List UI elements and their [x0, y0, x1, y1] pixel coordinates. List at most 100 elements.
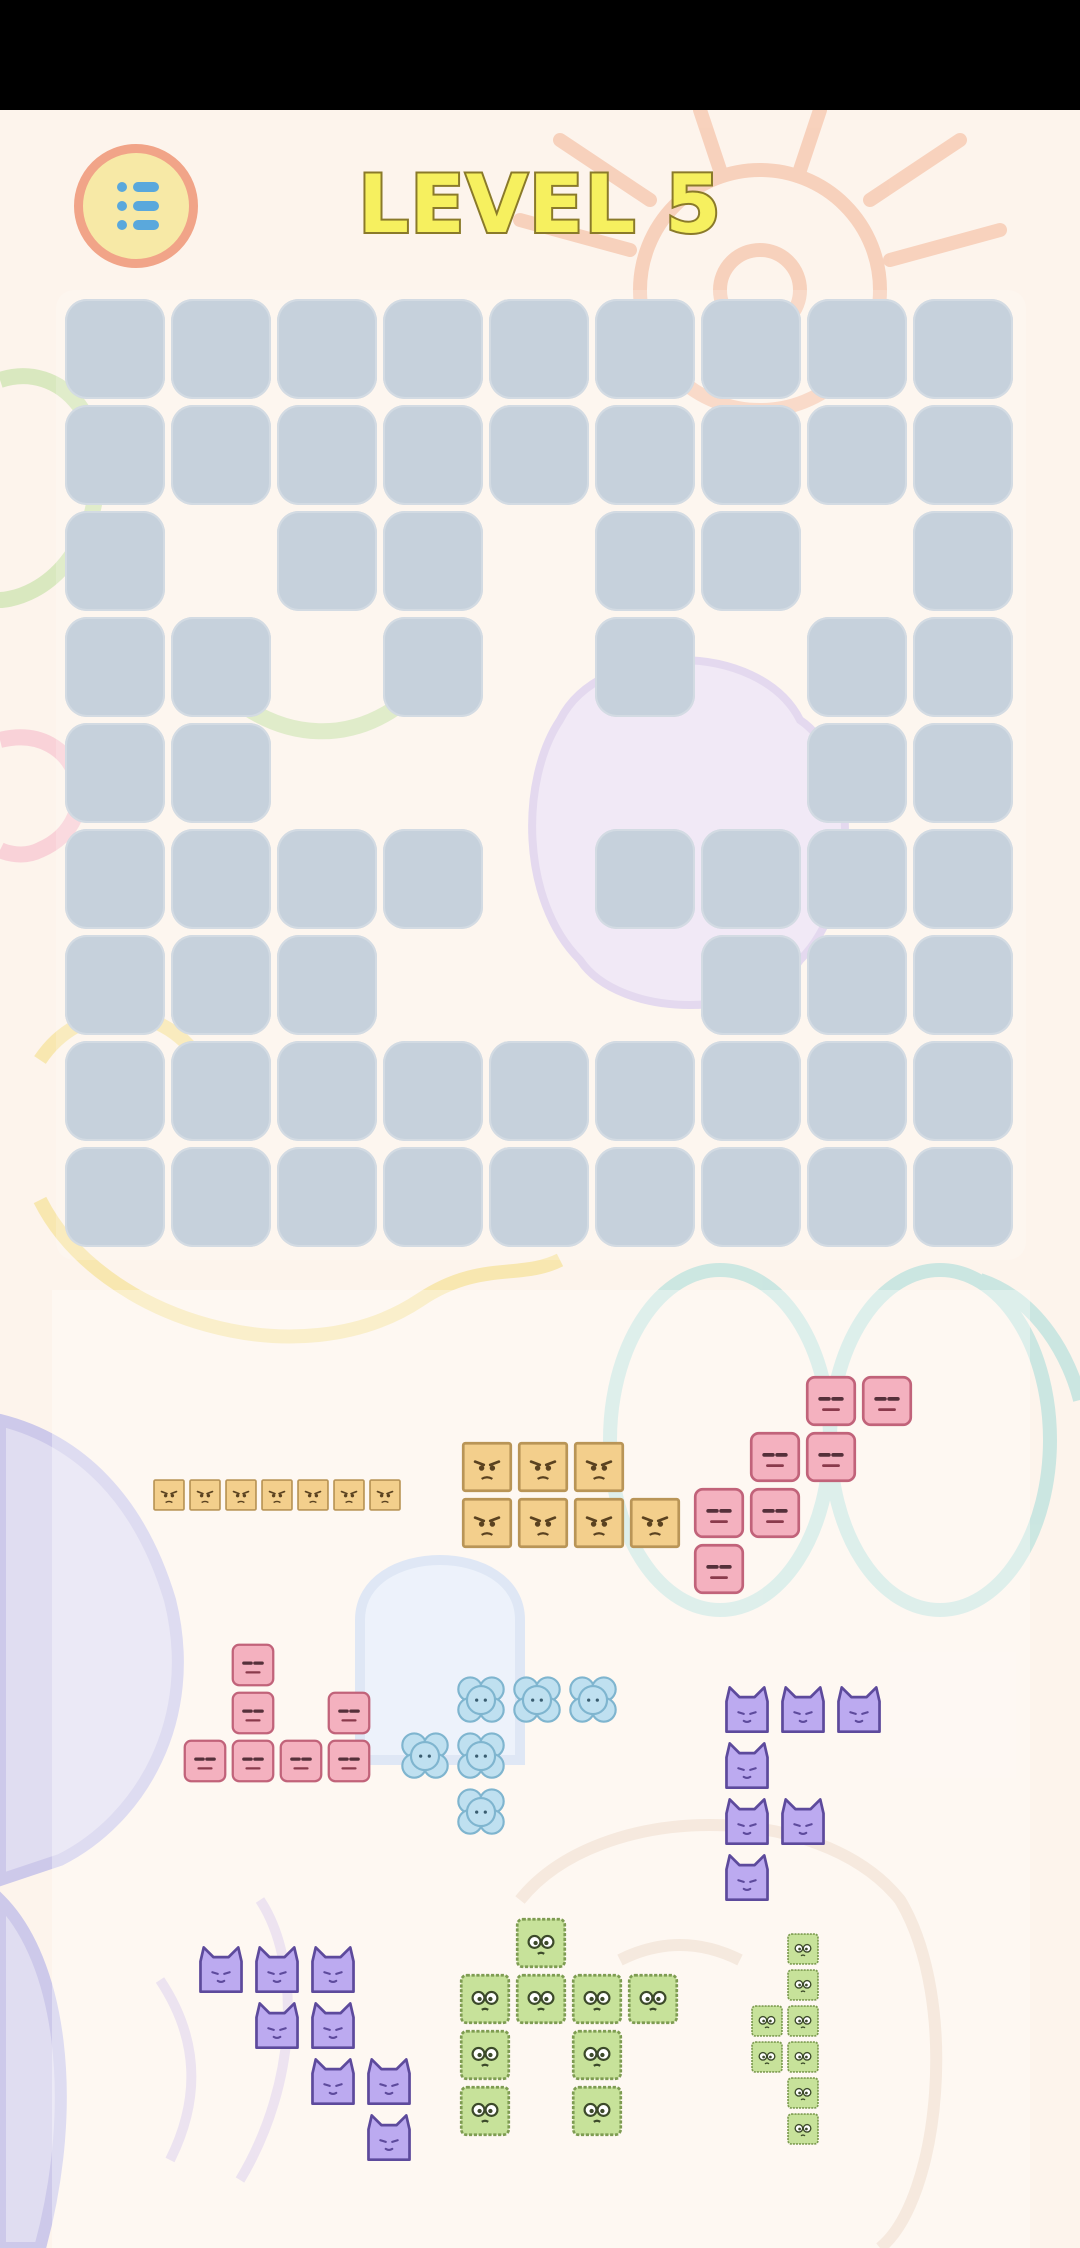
board-cell[interactable] — [807, 935, 907, 1035]
board-cell[interactable] — [595, 1147, 695, 1247]
purple-monster-tile — [362, 2054, 416, 2108]
board-cell[interactable] — [171, 1041, 271, 1141]
pink-monster-tile — [748, 1430, 802, 1484]
board-cell[interactable] — [171, 299, 271, 399]
pink-monster-tile — [748, 1486, 802, 1540]
board-cell[interactable] — [65, 299, 165, 399]
green-monster-tile — [514, 1916, 568, 1970]
board-cell[interactable] — [277, 1147, 377, 1247]
green-monster-icon — [459, 1973, 511, 2025]
board-cell[interactable] — [701, 1041, 801, 1141]
board-cell[interactable] — [65, 935, 165, 1035]
board-cell[interactable] — [65, 405, 165, 505]
orange-monster-icon — [225, 1479, 257, 1511]
board-cell[interactable] — [595, 617, 695, 717]
green-monster-icon — [459, 2029, 511, 2081]
purple-monster-tile — [720, 1682, 774, 1736]
board-cell[interactable] — [171, 935, 271, 1035]
board-cell[interactable] — [807, 405, 907, 505]
board-cell[interactable] — [65, 617, 165, 717]
board-cell[interactable] — [383, 617, 483, 717]
board-cell[interactable] — [701, 1147, 801, 1247]
status-bar — [0, 0, 1080, 110]
purple-monster-tile — [720, 1850, 774, 1904]
board-cell[interactable] — [383, 511, 483, 611]
board-cell[interactable] — [489, 299, 589, 399]
board-cell[interactable] — [171, 617, 271, 717]
board-cell[interactable] — [701, 829, 801, 929]
purple-monster-tile — [194, 1942, 248, 1996]
orange-monster-icon — [517, 1497, 569, 1549]
board-cell[interactable] — [595, 511, 695, 611]
menu-button[interactable] — [74, 144, 198, 268]
board-cell[interactable] — [701, 405, 801, 505]
purple-monster-tile — [250, 1942, 304, 1996]
board-cell[interactable] — [65, 511, 165, 611]
piece-tray — [52, 1290, 1030, 2248]
board-cell[interactable] — [595, 829, 695, 929]
board-cell[interactable] — [383, 829, 483, 929]
board-cell[interactable] — [65, 829, 165, 929]
green-monster-icon — [571, 1973, 623, 2025]
board-cell[interactable] — [913, 1041, 1013, 1141]
board-cell[interactable] — [489, 405, 589, 505]
board-cell[interactable] — [277, 511, 377, 611]
board-cell[interactable] — [701, 299, 801, 399]
blue-monster-tile — [566, 1672, 620, 1726]
board-cell[interactable] — [913, 723, 1013, 823]
board-cell[interactable] — [383, 1147, 483, 1247]
board-cell[interactable] — [807, 829, 907, 929]
board-cell[interactable] — [913, 405, 1013, 505]
board-cell[interactable] — [171, 405, 271, 505]
board-cell[interactable] — [171, 1147, 271, 1247]
board-cell[interactable] — [913, 829, 1013, 929]
board-cell[interactable] — [277, 405, 377, 505]
board-cell[interactable] — [277, 829, 377, 929]
board-cell[interactable] — [807, 617, 907, 717]
board-cell[interactable] — [383, 405, 483, 505]
board-cell[interactable] — [913, 511, 1013, 611]
green-monster-icon — [459, 2085, 511, 2137]
board-cell[interactable] — [65, 1041, 165, 1141]
board-cell[interactable] — [277, 299, 377, 399]
board-cell[interactable] — [171, 723, 271, 823]
board-cell[interactable] — [807, 1041, 907, 1141]
level-title: LEVEL 5 — [356, 156, 723, 253]
board-cell[interactable] — [65, 723, 165, 823]
blue-monster-icon — [457, 1732, 505, 1779]
board-cell[interactable] — [65, 1147, 165, 1247]
board-cell[interactable] — [807, 1147, 907, 1247]
puzzle-board[interactable] — [56, 290, 1026, 1260]
board-cell[interactable] — [807, 723, 907, 823]
purple-monster-icon — [311, 2002, 355, 2050]
green-monster-tile — [458, 2028, 512, 2082]
board-cell[interactable] — [701, 935, 801, 1035]
blue-monster-tile — [454, 1672, 508, 1726]
green-monster-tile — [786, 2076, 820, 2110]
orange-monster-tile — [188, 1478, 222, 1512]
board-cell[interactable] — [807, 299, 907, 399]
board-cell[interactable] — [595, 405, 695, 505]
board-cell[interactable] — [489, 1041, 589, 1141]
green-monster-icon — [627, 1973, 679, 2025]
orange-monster-tile — [460, 1440, 514, 1494]
green-monster-icon — [787, 2077, 819, 2109]
board-cell[interactable] — [383, 299, 483, 399]
purple-monster-icon — [367, 2058, 411, 2106]
board-cell[interactable] — [595, 299, 695, 399]
board-cell[interactable] — [383, 1041, 483, 1141]
purple-monster-icon — [199, 1946, 243, 1994]
board-cell[interactable] — [701, 511, 801, 611]
green-monster-tile — [786, 2112, 820, 2146]
board-cell[interactable] — [913, 299, 1013, 399]
orange-monster-tile — [260, 1478, 294, 1512]
board-cell[interactable] — [277, 935, 377, 1035]
purple-monster-tile — [306, 2054, 360, 2108]
board-cell[interactable] — [913, 1147, 1013, 1247]
board-cell[interactable] — [595, 1041, 695, 1141]
board-cell[interactable] — [913, 935, 1013, 1035]
board-cell[interactable] — [913, 617, 1013, 717]
board-cell[interactable] — [277, 1041, 377, 1141]
board-cell[interactable] — [171, 829, 271, 929]
board-cell[interactable] — [489, 1147, 589, 1247]
